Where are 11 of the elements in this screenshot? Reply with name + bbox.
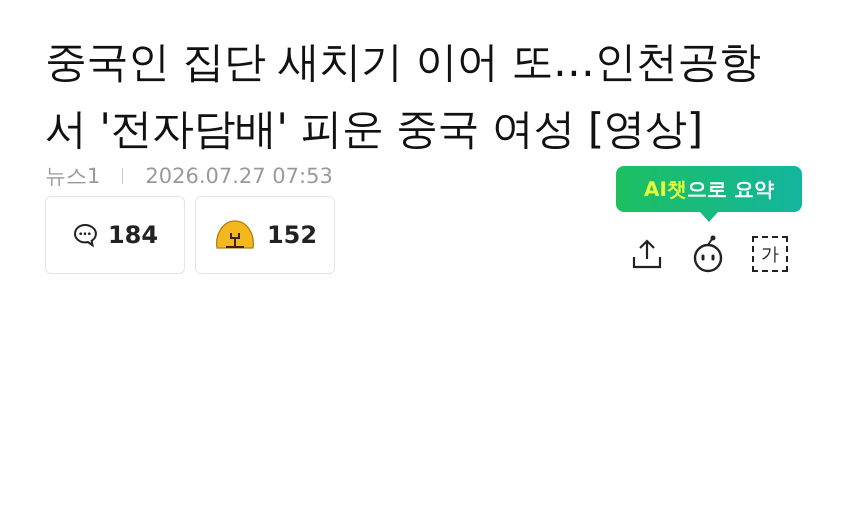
news-source: 뉴스1: [45, 163, 100, 190]
speech-bubble-icon: [72, 222, 98, 248]
headline: 중국인 집단 새치기 이어 또…인천공항서 '전자담배' 피운 중국 여성 [영상]: [45, 36, 762, 155]
publish-date: 2026.07.27 07:53: [145, 164, 333, 188]
tooltip-text: 으로 요약: [686, 177, 774, 201]
tooltip-highlight: AI챗: [644, 177, 687, 201]
share-icon[interactable]: [630, 237, 664, 271]
font-size-button[interactable]: 가: [752, 236, 788, 272]
tooltip-pointer: [700, 212, 718, 222]
comment-button[interactable]: 184: [45, 196, 185, 274]
reaction-button[interactable]: 152: [195, 196, 335, 274]
